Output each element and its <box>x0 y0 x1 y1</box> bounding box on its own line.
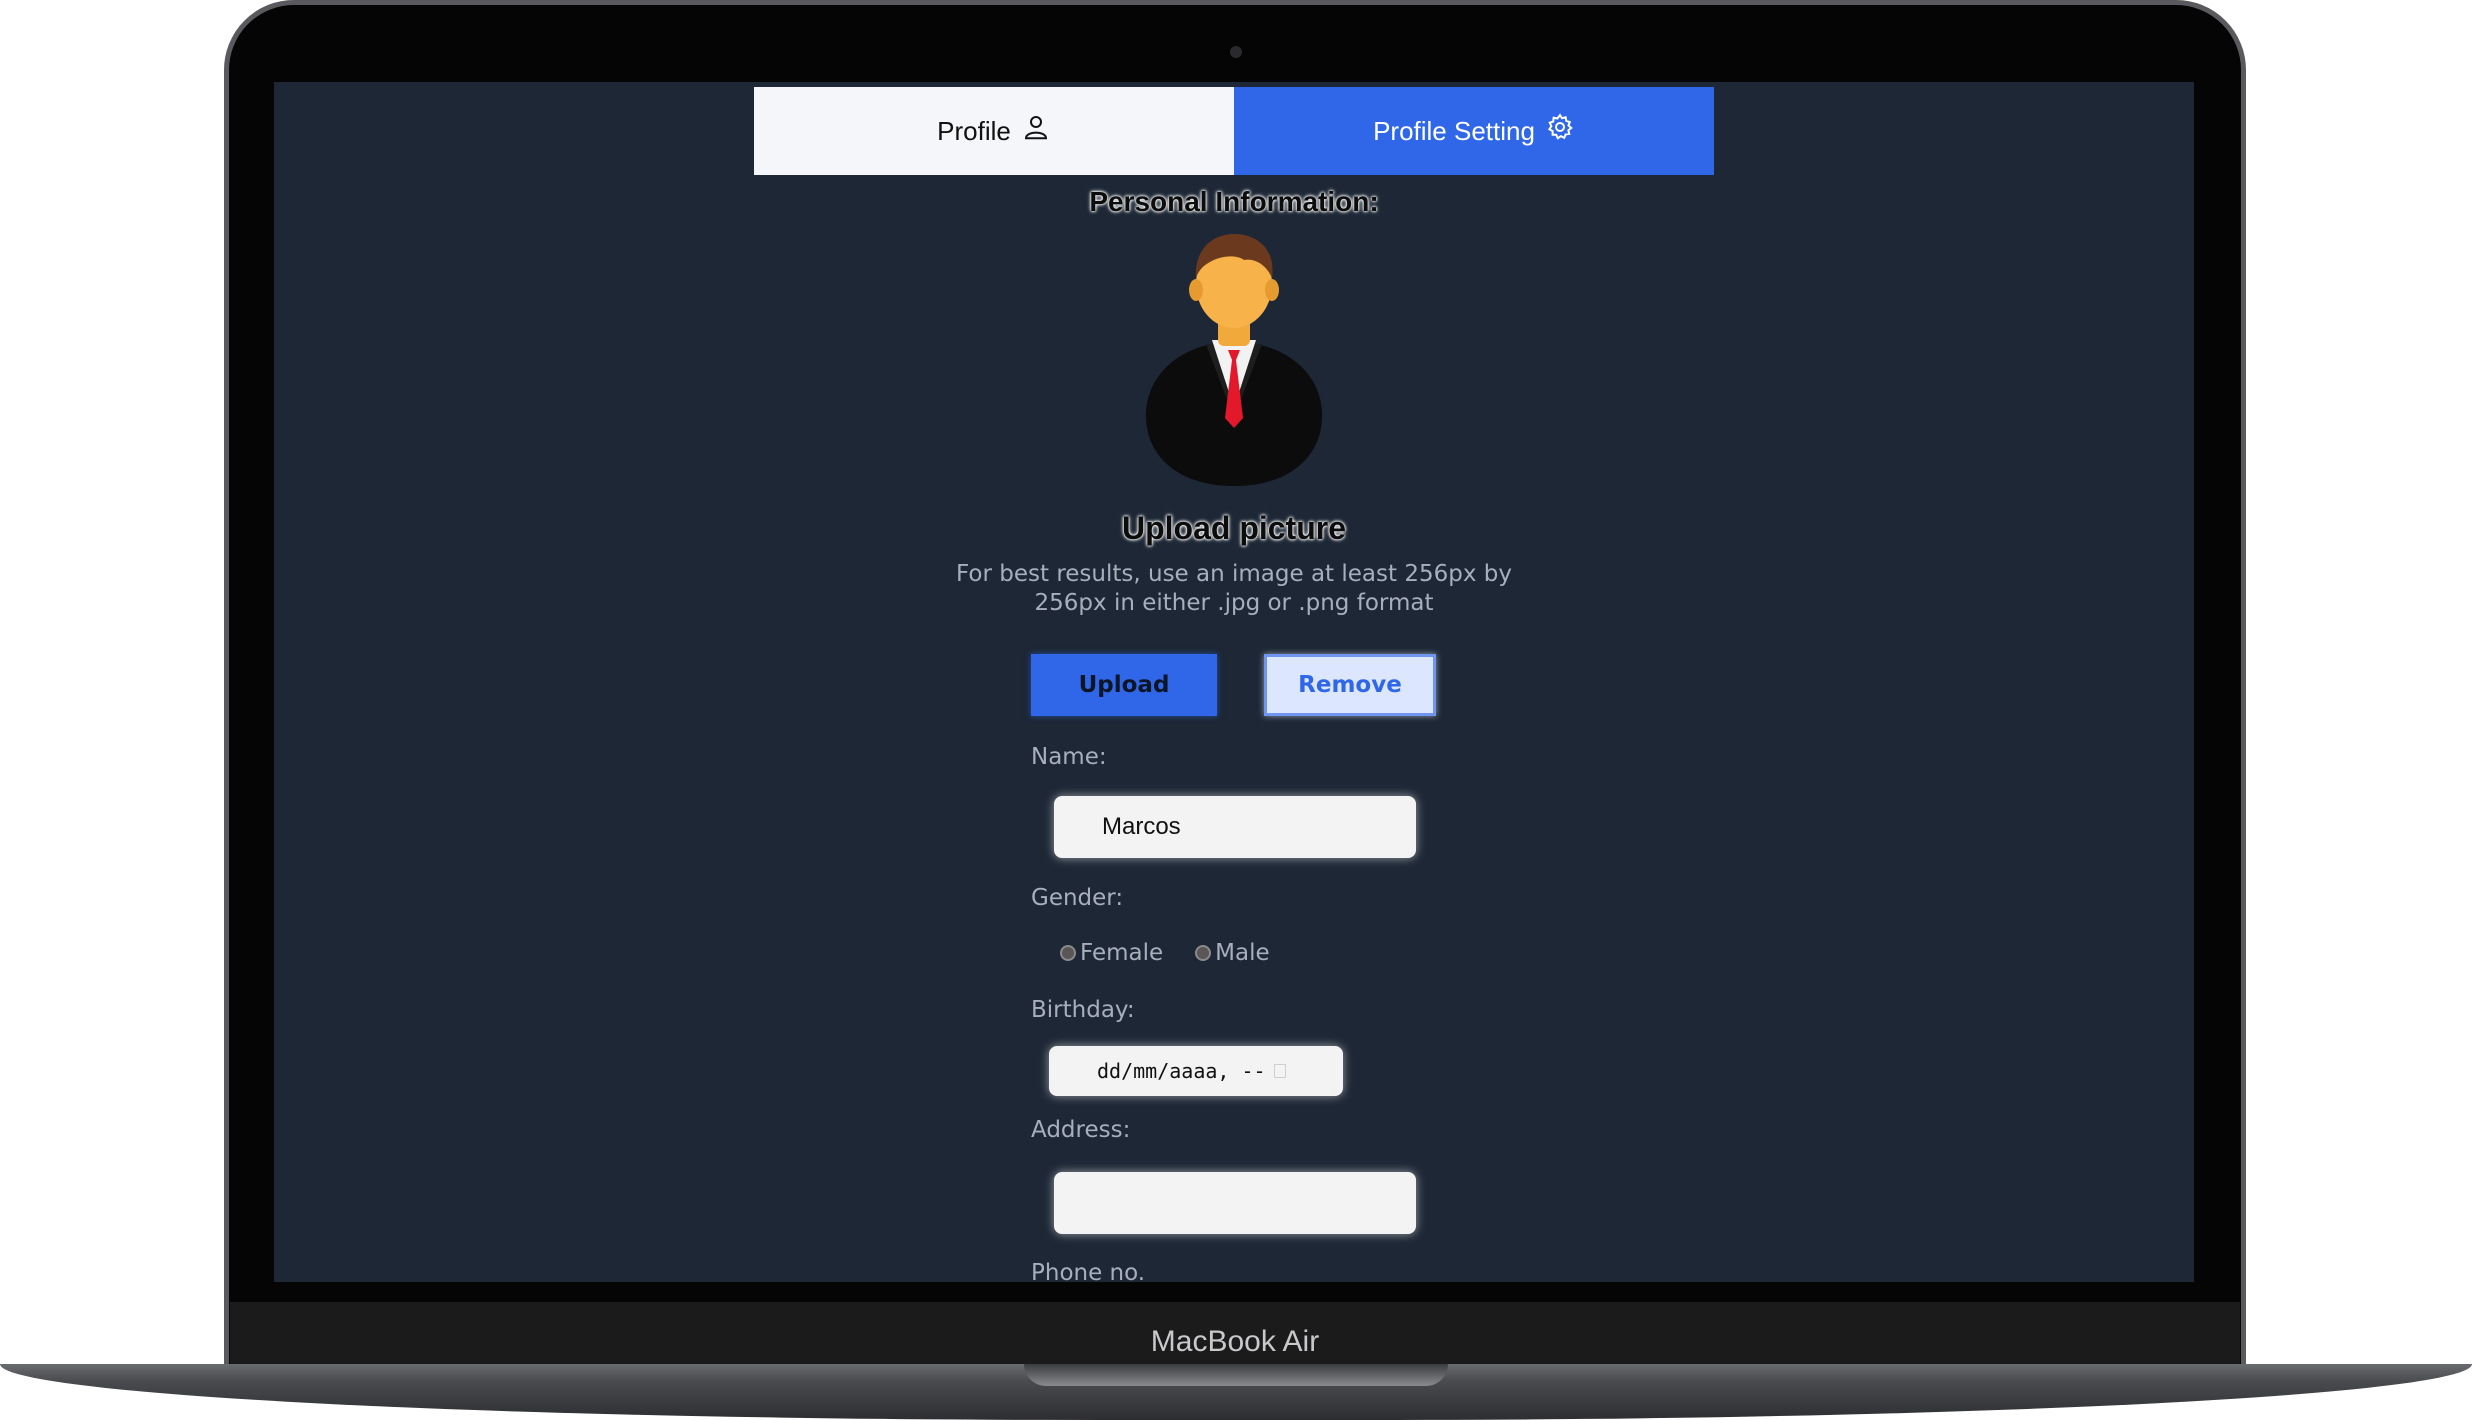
businessman-avatar-icon <box>1145 234 1323 486</box>
male-radio[interactable] <box>1195 945 1212 961</box>
male-label: Male <box>1215 940 1270 966</box>
birthday-label: Birthday: <box>1031 997 1135 1023</box>
birthday-input[interactable]: dd/mm/aaaa, -- <box>1049 1046 1343 1096</box>
tab-profile-setting[interactable]: Profile Setting <box>1234 87 1714 175</box>
female-radio[interactable] <box>1060 945 1076 961</box>
birthday-placeholder: dd/mm/aaaa, -- <box>1097 1059 1266 1083</box>
tab-profile-setting-label: Profile Setting <box>1373 115 1535 146</box>
remove-button[interactable]: Remove <box>1264 654 1436 716</box>
female-label: Female <box>1080 940 1164 966</box>
address-input[interactable] <box>1054 1172 1416 1234</box>
name-label: Name: <box>1031 744 1107 770</box>
personal-information-title: Personal Information: <box>1089 186 1379 217</box>
user-icon <box>1024 116 1047 140</box>
address-label: Address: <box>1031 1117 1131 1143</box>
tab-profile-label: Profile <box>937 115 1011 146</box>
upload-hint: For best results, use an image at least … <box>956 561 1512 616</box>
gender-radio-group: Female Male <box>1060 940 1270 966</box>
gender-option-male[interactable]: Male <box>1195 940 1270 966</box>
phone-label: Phone no. <box>1031 1260 1146 1282</box>
tab-profile[interactable]: Profile <box>754 87 1234 175</box>
calendar-icon[interactable] <box>1273 1064 1286 1078</box>
bottom-bezel: MacBook Air <box>230 1302 2240 1366</box>
model-label: MacBook Air <box>1150 1325 1320 1358</box>
gender-option-female[interactable]: Female <box>1060 940 1163 966</box>
upload-button[interactable]: Upload <box>1031 654 1217 716</box>
camera-icon <box>1230 46 1242 58</box>
tab-bar: Profile Profile Setting <box>754 87 1714 175</box>
upload-picture-title: Upload picture <box>1121 510 1346 546</box>
app-screen: Profile Profile Setting Personal Informa… <box>274 82 2194 1282</box>
gear-icon <box>1547 113 1573 140</box>
name-input[interactable] <box>1054 796 1416 858</box>
gender-label: Gender: <box>1031 885 1124 911</box>
laptop-hinge-notch <box>1024 1364 1448 1386</box>
